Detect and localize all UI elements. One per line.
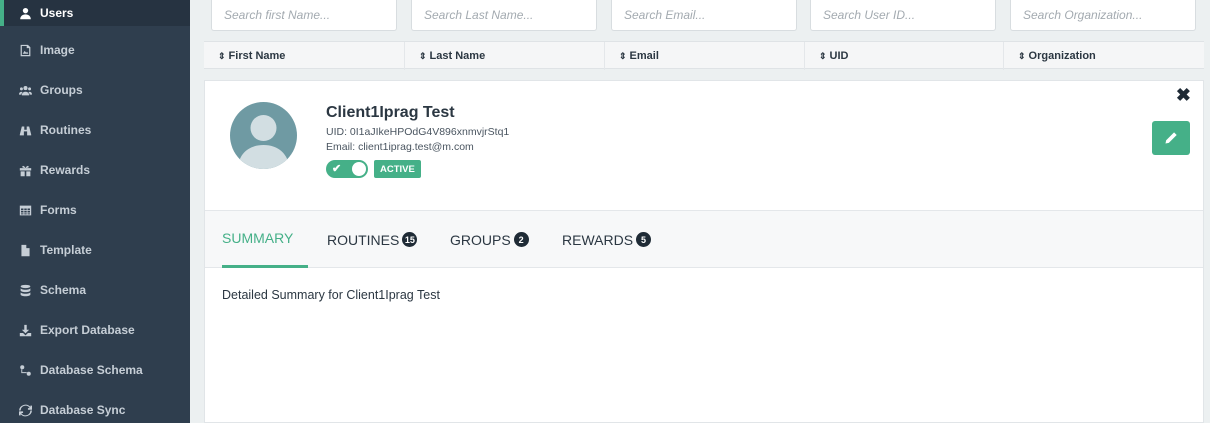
search-row: [204, 0, 1204, 38]
pencil-icon: [1165, 132, 1177, 144]
toggle-knob: [352, 162, 366, 176]
download-icon: [18, 323, 32, 337]
user-icon: [18, 6, 32, 20]
sidebar-item-label: Rewards: [40, 163, 91, 177]
sidebar: Users Image Groups Routines Rewards Form…: [0, 0, 190, 423]
database-icon: [18, 283, 32, 297]
search-first-name-input[interactable]: [211, 0, 397, 31]
sort-icon: ⇕: [218, 50, 226, 61]
sidebar-item-rewards[interactable]: Rewards: [0, 150, 190, 190]
status-badge: ACTIVE: [374, 160, 421, 178]
sidebar-item-image[interactable]: Image: [0, 30, 190, 70]
sidebar-item-forms[interactable]: Forms: [0, 190, 190, 230]
check-icon: ✔: [332, 163, 342, 175]
edit-button[interactable]: [1152, 121, 1190, 155]
column-header-organization[interactable]: ⇕ Organization: [1003, 42, 1204, 70]
tab-label: REWARDS: [562, 231, 634, 248]
close-icon[interactable]: ✖: [1176, 86, 1191, 104]
groups-icon: [18, 83, 32, 97]
sidebar-item-label: Database Schema: [40, 363, 143, 377]
count-badge: 15: [402, 232, 418, 247]
sidebar-item-label: Routines: [40, 123, 92, 137]
user-detail-panel: Client1Iprag Test UID: 0I1aJIkeHPOdG4V89…: [204, 80, 1204, 423]
sidebar-item-schema[interactable]: Schema: [0, 270, 190, 310]
tab-summary[interactable]: SUMMARY: [222, 211, 308, 268]
sidebar-item-label: Schema: [40, 283, 87, 297]
tab-label: SUMMARY: [222, 230, 294, 246]
active-toggle[interactable]: ✔: [326, 160, 368, 178]
column-header-uid[interactable]: ⇕ UID: [804, 42, 1003, 70]
column-label: First Name: [228, 50, 286, 62]
sync-icon: [18, 403, 32, 417]
avatar: [230, 102, 297, 169]
count-badge: 5: [636, 232, 652, 247]
sidebar-item-database-sync[interactable]: Database Sync: [0, 390, 190, 423]
tab-groups[interactable]: GROUPS 2: [450, 211, 529, 268]
tab-rewards[interactable]: REWARDS 5: [562, 211, 652, 268]
column-header-last-name[interactable]: ⇕ Last Name: [404, 42, 604, 70]
tab-label: ROUTINES: [327, 231, 400, 248]
tab-routines[interactable]: ROUTINES 15: [327, 211, 418, 268]
sidebar-item-groups[interactable]: Groups: [0, 70, 190, 110]
tab-label: GROUPS: [450, 231, 511, 248]
sidebar-item-database-schema[interactable]: Database Schema: [0, 350, 190, 390]
table-header: ⇕ First Name ⇕ Last Name ⇕ Email ⇕ UID ⇕…: [204, 41, 1204, 70]
column-label: Organization: [1028, 50, 1096, 62]
sidebar-item-label: Template: [40, 243, 92, 257]
sidebar-item-template[interactable]: Template: [0, 230, 190, 270]
column-label: UID: [829, 50, 849, 62]
avatar-placeholder-icon: [238, 115, 289, 169]
gift-icon: [18, 163, 32, 177]
sidebar-item-users[interactable]: Users: [0, 0, 190, 26]
image-icon: [18, 43, 32, 57]
count-badge: 2: [513, 232, 529, 247]
sidebar-item-label: Database Sync: [40, 403, 126, 417]
column-label: Last Name: [429, 50, 486, 62]
sitemap-icon: [18, 363, 32, 377]
column-header-email[interactable]: ⇕ Email: [604, 42, 804, 70]
column-header-first-name[interactable]: ⇕ First Name: [204, 42, 404, 70]
sort-icon: ⇕: [819, 50, 827, 61]
search-uid-input[interactable]: [810, 0, 996, 31]
sidebar-item-label: Forms: [40, 203, 77, 217]
binoculars-icon: [18, 123, 32, 137]
sidebar-item-export-database[interactable]: Export Database: [0, 310, 190, 350]
sidebar-item-label: Export Database: [40, 323, 135, 337]
summary-text: Detailed Summary for Client1Iprag Test: [222, 288, 440, 302]
search-organization-input[interactable]: [1010, 0, 1196, 31]
user-email: Email: client1iprag.test@m.com: [326, 141, 474, 153]
table-icon: [18, 203, 32, 217]
detail-tabs: SUMMARY ROUTINES 15 GROUPS 2 REWARDS 5: [205, 211, 1203, 268]
search-last-name-input[interactable]: [411, 0, 597, 31]
file-icon: [18, 243, 32, 257]
user-uid: UID: 0I1aJIkeHPOdG4V896xnmvjrStq1: [326, 126, 510, 138]
sidebar-item-label: Users: [40, 6, 74, 20]
sort-icon: ⇕: [419, 50, 427, 61]
column-label: Email: [629, 50, 659, 62]
sidebar-item-label: Groups: [40, 83, 83, 97]
sort-icon: ⇕: [1018, 50, 1026, 61]
sort-icon: ⇕: [619, 50, 627, 61]
sidebar-item-label: Image: [40, 43, 75, 57]
user-profile-header: Client1Iprag Test UID: 0I1aJIkeHPOdG4V89…: [205, 81, 1203, 211]
sidebar-item-routines[interactable]: Routines: [0, 110, 190, 150]
user-name: Client1Iprag Test: [326, 104, 455, 121]
search-email-input[interactable]: [611, 0, 797, 31]
